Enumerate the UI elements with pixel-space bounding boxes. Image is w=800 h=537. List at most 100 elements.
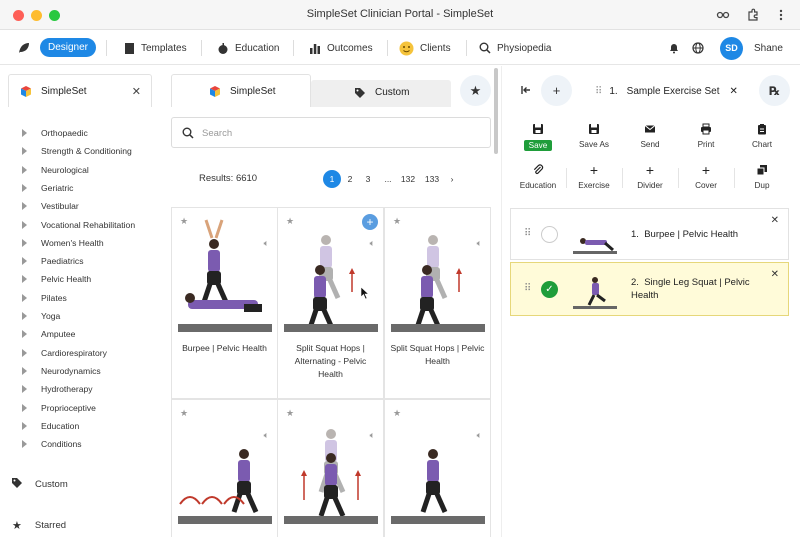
nav-clients[interactable]: Clients [399, 40, 451, 56]
bell-icon[interactable] [668, 40, 680, 56]
tool-send[interactable]: Send [624, 123, 676, 149]
tree-item[interactable]: Neurodynamics [22, 364, 101, 378]
exercise-card[interactable]: ★ 🔈︎ Split Squat Hops | Pelvic Health [384, 207, 491, 399]
expand-arrow-icon[interactable] [22, 220, 27, 229]
expand-arrow-icon[interactable] [22, 403, 27, 412]
nav-education[interactable]: Education [217, 40, 279, 56]
tree-item[interactable]: Cardiorespiratory [22, 346, 107, 360]
expand-arrow-icon[interactable] [22, 330, 27, 339]
page-button[interactable]: 133 [421, 170, 443, 188]
tab-exercise-set[interactable]: ⠿ 1. Sample Exercise Set ✕ [581, 78, 749, 104]
star-icon[interactable]: ★ [286, 216, 294, 227]
tree-item[interactable]: Strength & Conditioning [22, 144, 132, 158]
set-list-item[interactable]: ⠿ 1. Burpee | Pelvic Health ✕ [510, 208, 789, 260]
star-icon[interactable]: ★ [393, 216, 401, 227]
tree-item[interactable]: Pilates [22, 291, 67, 305]
tool-chart[interactable]: Chart [736, 123, 788, 149]
page-button[interactable]: 3 [359, 170, 377, 188]
search-box[interactable] [171, 117, 491, 148]
custom-section[interactable]: Custom [12, 478, 68, 491]
exercise-card[interactable]: ★ 🔈︎ [171, 399, 278, 537]
tool-exercise[interactable]: + Exercise [568, 163, 620, 190]
tree-item[interactable]: Conditions [22, 437, 82, 451]
tree-item[interactable]: Geriatric [22, 181, 73, 195]
expand-arrow-icon[interactable] [22, 385, 27, 394]
tree-item[interactable]: Vestibular [22, 199, 79, 213]
collapse-panel-icon[interactable] [510, 75, 541, 106]
avatar[interactable]: SD [720, 37, 743, 60]
key-icon[interactable] [716, 8, 730, 22]
tree-item[interactable]: Yoga [22, 309, 60, 323]
page-button[interactable]: 2 [341, 170, 359, 188]
tree-item[interactable]: Hydrotherapy [22, 382, 93, 396]
remove-item-icon[interactable]: ✕ [771, 215, 779, 226]
speaker-icon[interactable]: 🔈︎ [477, 430, 482, 441]
more-menu-icon[interactable] [774, 8, 788, 22]
starred-section[interactable]: ★ Starred [12, 519, 66, 532]
page-button[interactable]: 1 [323, 170, 341, 188]
left-tab-simpleset[interactable]: SimpleSet ✕ [8, 74, 152, 107]
tool-save[interactable]: Save [512, 123, 564, 151]
new-set-button[interactable]: + [541, 75, 572, 106]
tool-cover[interactable]: + Cover [680, 163, 732, 190]
tool-divider[interactable]: + Divider [624, 163, 676, 190]
exercise-card[interactable]: ★ 🔈︎ [384, 399, 491, 537]
star-icon[interactable]: ★ [180, 216, 188, 227]
close-icon[interactable]: ✕ [132, 85, 141, 98]
prescription-button[interactable]: ℞ [759, 75, 790, 106]
tab-simpleset[interactable]: SimpleSet [171, 74, 311, 107]
tab-custom[interactable]: Custom [311, 80, 451, 107]
expand-arrow-icon[interactable] [22, 202, 27, 211]
expand-arrow-icon[interactable] [22, 440, 27, 449]
expand-arrow-icon[interactable] [22, 165, 27, 174]
tree-item[interactable]: Vocational Rehabilitation [22, 218, 135, 232]
tool-dup[interactable]: Dup [736, 164, 788, 190]
tree-item[interactable]: Pelvic Health [22, 272, 91, 286]
expand-arrow-icon[interactable] [22, 129, 27, 137]
nav-templates[interactable]: Templates [124, 40, 187, 56]
expand-arrow-icon[interactable] [22, 312, 27, 320]
tool-print[interactable]: Print [680, 123, 732, 149]
expand-arrow-icon[interactable] [22, 238, 27, 247]
speaker-icon[interactable]: 🔈︎ [370, 238, 375, 249]
star-icon[interactable]: ★ [180, 408, 188, 419]
next-page-icon[interactable]: › [443, 170, 461, 188]
set-list-item[interactable]: ⠿ ✓ 2. Single Leg Squat | Pelvic Health ✕ [510, 262, 789, 316]
leaf-logo-icon[interactable] [17, 40, 31, 56]
exercise-card[interactable]: ★ 🔈︎ [277, 399, 384, 537]
add-to-set-icon[interactable]: + [362, 214, 378, 230]
user-name[interactable]: Shane [754, 40, 783, 56]
star-icon[interactable]: ★ [286, 408, 294, 419]
expand-arrow-icon[interactable] [22, 183, 27, 192]
expand-arrow-icon[interactable] [22, 421, 27, 430]
select-circle[interactable] [541, 226, 558, 243]
star-icon[interactable]: ★ [393, 408, 401, 419]
speaker-icon[interactable]: 🔈︎ [264, 430, 269, 441]
tree-item[interactable]: Education [22, 419, 79, 433]
expand-arrow-icon[interactable] [22, 348, 27, 357]
page-button[interactable]: 132 [397, 170, 419, 188]
expand-arrow-icon[interactable] [22, 366, 27, 375]
exercise-card[interactable]: ★ 🔈︎ Burpee | Pelvic Health [171, 207, 278, 399]
expand-arrow-icon[interactable] [22, 147, 27, 156]
drag-handle-icon[interactable]: ⠿ [524, 228, 531, 239]
speaker-icon[interactable]: 🔈︎ [370, 430, 375, 441]
library-scrollbar[interactable] [494, 68, 498, 154]
tree-item[interactable]: Amputee [22, 327, 75, 341]
tree-item[interactable]: Neurological [22, 163, 89, 177]
close-icon[interactable]: ✕ [730, 86, 738, 97]
designer-button[interactable]: Designer [40, 38, 96, 57]
starred-filter-button[interactable]: ★ [460, 75, 491, 106]
expand-arrow-icon[interactable] [22, 293, 27, 302]
tree-item[interactable]: Women's Health [22, 236, 104, 250]
tool-save-as[interactable]: Save As [568, 123, 620, 149]
expand-arrow-icon[interactable] [22, 275, 27, 284]
checkmark-icon[interactable]: ✓ [541, 281, 558, 298]
expand-arrow-icon[interactable] [22, 257, 27, 266]
extension-icon[interactable] [746, 8, 760, 22]
nav-physiopedia[interactable]: Physiopedia [479, 40, 551, 56]
exercise-card[interactable]: ★ 🔈︎ Split Squat Hops | Alternating - Pelv… [277, 207, 384, 399]
tree-item[interactable]: Paediatrics [22, 254, 84, 268]
remove-item-icon[interactable]: ✕ [771, 269, 779, 280]
tool-education[interactable]: Education [512, 164, 564, 190]
